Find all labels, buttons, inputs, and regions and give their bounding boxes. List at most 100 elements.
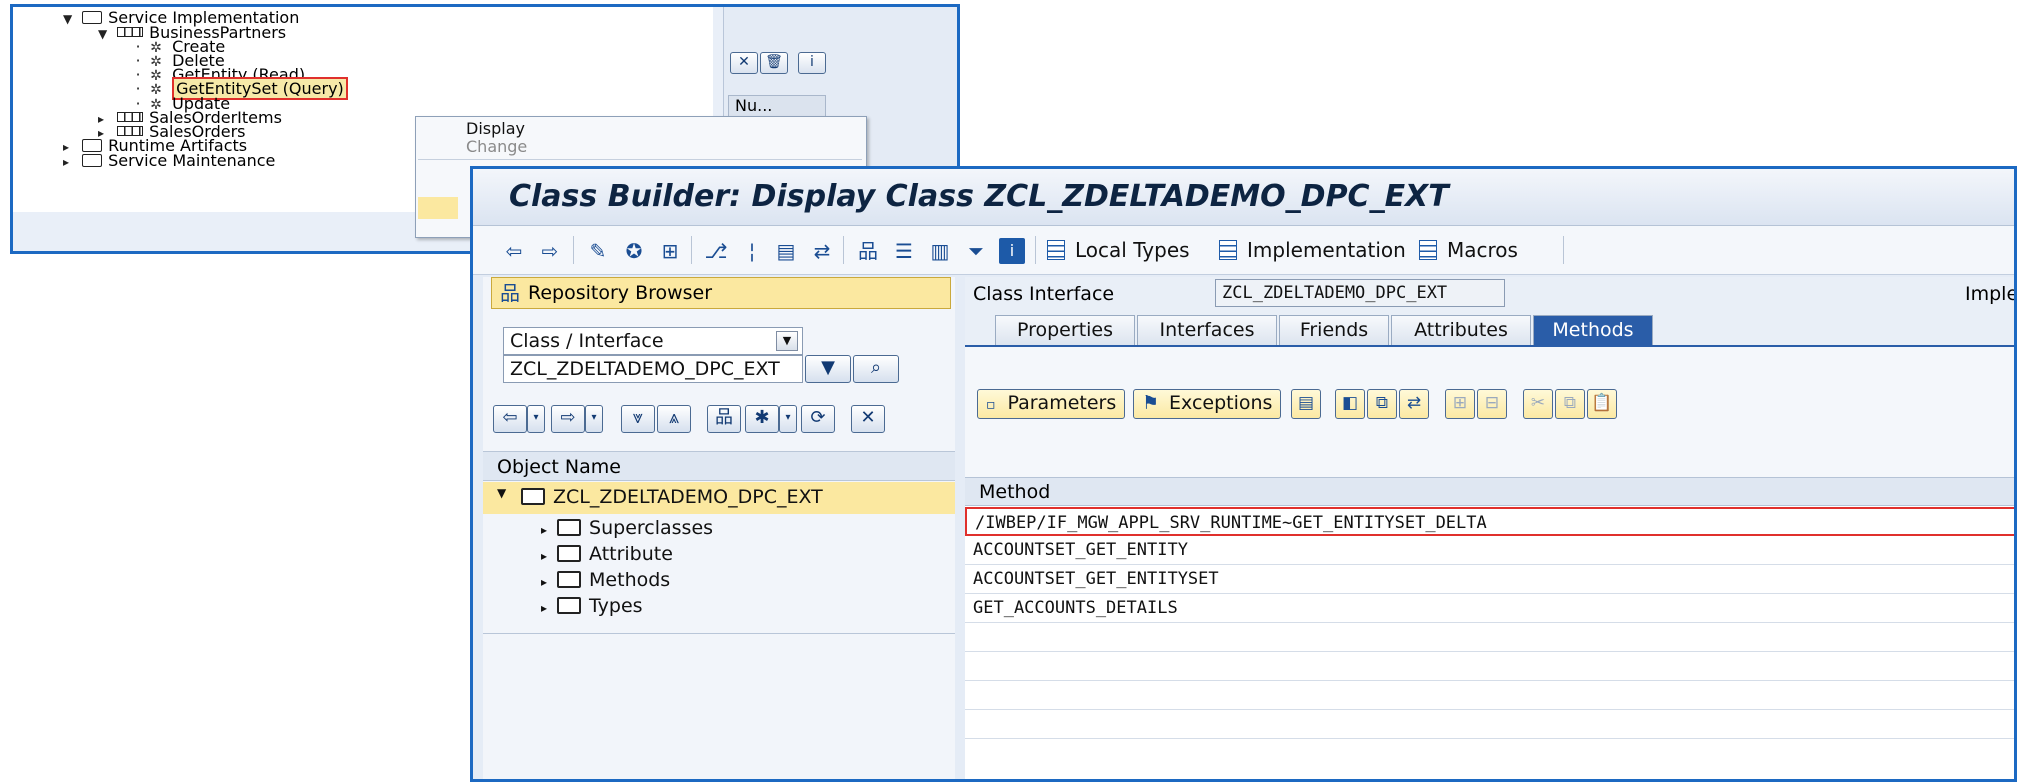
table-row[interactable] [965,623,2014,652]
favorites-dropdown-icon[interactable]: ▾ [779,405,797,433]
hierarchy-icon[interactable]: 品 [855,238,881,264]
object-name-input[interactable]: ZCL_ZDELTADEMO_DPC_EXT [503,355,803,383]
copy-icon[interactable]: ⧉ [1555,389,1585,419]
copy-icon[interactable]: ⧉ [1367,389,1397,419]
implemented-status-label: Implem [1965,283,2017,305]
refresh-icon[interactable]: ⟳ [801,405,835,433]
info-icon[interactable]: i [798,52,826,74]
menu-item-display[interactable]: Display [466,119,525,138]
tab-attributes[interactable]: Attributes [1391,315,1531,345]
toolbar-separator [1035,236,1036,264]
parameters-button[interactable]: ▫ Parameters [977,389,1126,419]
table-row[interactable]: /IWBEP/IF_MGW_APPL_SRV_RUNTIME~GET_ENTIT… [965,507,2014,536]
chevron-down-icon[interactable]: ▼ [98,25,112,43]
favorites-icon[interactable]: ✱ [745,405,779,433]
chevron-down-icon[interactable]: ▼ [63,10,77,28]
table-row[interactable] [965,681,2014,710]
detail-view-icon[interactable]: ◧ [1335,389,1365,419]
navigate-icon[interactable]: ⇄ [1399,389,1429,419]
display-object-icon[interactable]: ▤ [773,238,799,264]
table-row[interactable]: ACCOUNTSET_GET_ENTITYSET [965,565,2014,594]
collapse-all-icon[interactable]: ⩓ [657,405,691,433]
folder-open-icon [82,11,103,24]
table-row[interactable] [965,710,2014,739]
where-used-icon[interactable]: ⎇ [703,238,729,264]
object-type-select[interactable]: Class / Interface ▼ [503,327,803,355]
folder-icon [557,597,582,614]
display-glasses-icon[interactable]: ⌕ [853,355,899,383]
folder-icon [82,139,103,152]
tab-properties[interactable]: Properties [995,315,1135,345]
filter-icon[interactable]: ⏷ [963,238,989,264]
exceptions-button[interactable]: ⚑ Exceptions [1133,389,1282,419]
tab-interfaces[interactable]: Interfaces [1137,315,1277,345]
check-icon[interactable]: ⊞ [657,238,683,264]
chevron-right-icon[interactable]: ▸ [541,575,547,589]
chevron-right-icon[interactable]: ▸ [63,153,77,171]
entity-icon [117,27,144,37]
table-row[interactable] [965,652,2014,681]
repository-browser-button[interactable]: 品 Repository Browser [491,277,951,309]
chevron-down-icon[interactable]: ▼ [497,486,506,500]
folder-icon [82,154,103,167]
close-icon[interactable]: ✕ [730,52,758,74]
divider [483,633,955,634]
forward-icon[interactable]: ⇨ [551,405,585,433]
table-row[interactable]: ACCOUNTSET_GET_ENTITY [965,536,2014,565]
back-icon[interactable]: ⇦ [493,405,527,433]
tab-methods[interactable]: Methods [1533,315,1653,345]
hierarchy-tree-icon[interactable]: 品 [707,405,741,433]
table-icon[interactable]: ▥ [927,238,953,264]
edit-pencil-icon[interactable]: ✎ [585,238,611,264]
tree-node-attribute[interactable]: ▸ Attribute [541,543,673,565]
chevron-down-icon[interactable]: ▼ [776,331,798,351]
tree-node-superclasses[interactable]: ▸ Superclasses [541,517,713,539]
implementation-button[interactable]: Implementation [1219,236,1406,264]
tree-node-types[interactable]: ▸ Types [541,595,643,617]
column-header-nu[interactable]: Nu... [728,95,826,117]
local-types-button[interactable]: Local Types [1047,236,1190,264]
tree-node-root-class[interactable]: ▼ ZCL_ZDELTADEMO_DPC_EXT [483,482,955,514]
parameters-icon: ▫ [986,397,996,413]
paste-icon[interactable]: 📋 [1587,389,1617,419]
toolbar-separator [573,236,574,264]
toolbar-separator [1563,236,1564,264]
tree-node-methods[interactable]: ▸ Methods [541,569,670,591]
object-name-column-header: Object Name [483,451,955,481]
cut-icon[interactable]: ✂ [1523,389,1553,419]
insert-row-icon[interactable]: ⊞ [1445,389,1475,419]
menu-highlight [418,197,458,219]
entity-icon [117,126,144,136]
forward-dropdown-icon[interactable]: ▾ [585,405,603,433]
hierarchy-icon: 品 [500,281,520,305]
table-row[interactable]: GET_ACCOUNTS_DETAILS [965,594,2014,623]
chevron-right-icon[interactable]: ▸ [541,549,547,563]
folder-open-icon [521,488,545,505]
back-arrow-icon[interactable]: ⇦ [501,238,527,264]
folder-icon [557,545,582,562]
method-column-header[interactable]: Method [965,478,2014,506]
entity-icon [117,112,144,122]
class-interface-field[interactable]: ZCL_ZDELTADEMO_DPC_EXT [1215,279,1505,307]
activate-icon[interactable]: ✪ [621,238,647,264]
expand-all-icon[interactable]: ⩔ [621,405,655,433]
repository-browser-panel: 品 Repository Browser Class / Interface ▼… [483,277,955,779]
tab-friends[interactable]: Friends [1279,315,1389,345]
macros-button[interactable]: Macros [1419,236,1518,264]
close-icon[interactable]: ✕ [851,405,885,433]
object-list-icon[interactable]: ☰ [891,238,917,264]
back-dropdown-icon[interactable]: ▾ [527,405,545,433]
tree-node-service-maintenance[interactable]: ▸ Service Maintenance [63,152,275,170]
delete-row-icon[interactable]: ⊟ [1477,389,1507,419]
info-icon[interactable]: i [999,238,1025,264]
forward-arrow-icon[interactable]: ⇨ [537,238,563,264]
document-icon [1047,240,1065,260]
delete-icon[interactable]: 🗑 [760,52,788,74]
history-dropdown-button[interactable]: ▼ [805,355,851,383]
pin-icon[interactable]: ¦ [739,238,765,264]
menu-item-change[interactable]: Change [466,137,527,156]
chevron-right-icon[interactable]: ▸ [541,523,547,537]
navigate-icon[interactable]: ⇄ [809,238,835,264]
chevron-right-icon[interactable]: ▸ [541,601,547,615]
source-code-icon[interactable]: ▤ [1291,389,1321,419]
